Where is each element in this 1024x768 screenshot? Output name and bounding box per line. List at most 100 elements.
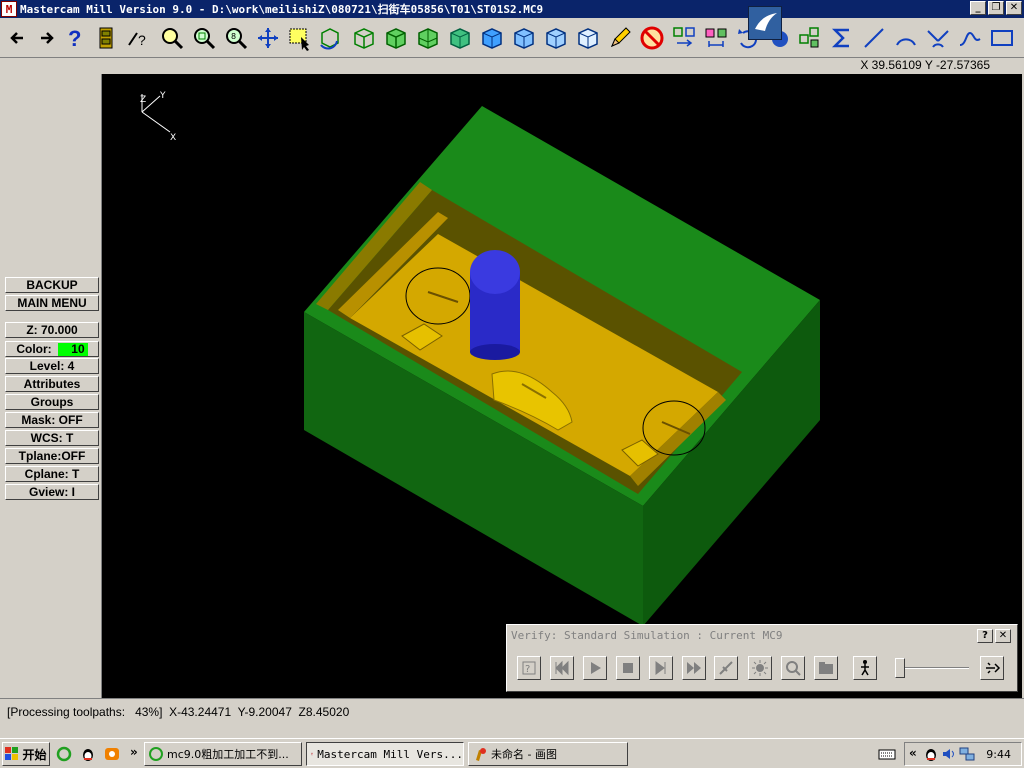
network-tray-icon[interactable]: [959, 746, 975, 762]
wireframe-cube-icon[interactable]: [350, 22, 378, 54]
task-paint[interactable]: 未命名 - 画图: [468, 742, 628, 766]
cursor-coordinates: X 39.56109 Y -27.57365: [860, 58, 990, 72]
step-icon[interactable]: [649, 656, 673, 680]
level-button[interactable]: Level: 4: [5, 358, 99, 374]
cutting-tool: [470, 250, 520, 360]
gview-button[interactable]: Gview: I: [5, 484, 99, 500]
keyboard-icon[interactable]: [878, 746, 896, 762]
light-icon[interactable]: [748, 656, 772, 680]
close-button[interactable]: ✕: [1006, 1, 1022, 15]
window-title: Mastercam Mill Version 9.0 - D:\work\mei…: [20, 3, 544, 16]
speed-slider-thumb[interactable]: [895, 658, 905, 678]
zoom-icon[interactable]: [781, 656, 805, 680]
clock: 9:44: [986, 747, 1011, 761]
backup-button[interactable]: BACKUP: [5, 277, 99, 293]
graphics-viewport[interactable]: Z Y X: [102, 74, 1022, 698]
pan-icon[interactable]: [254, 22, 282, 54]
mirror-icon[interactable]: [702, 22, 730, 54]
rectangle-icon[interactable]: [988, 22, 1016, 54]
cube-right-icon[interactable]: [542, 22, 570, 54]
wcs-button[interactable]: WCS: T: [5, 430, 99, 446]
cube-back-icon[interactable]: [574, 22, 602, 54]
cube-iso-icon[interactable]: [446, 22, 474, 54]
toolbar: ? ? 8: [0, 18, 1024, 58]
main-menu-button[interactable]: MAIN MENU: [5, 295, 99, 311]
rotate-view-icon[interactable]: [316, 22, 344, 54]
task-browser-label: mc9.0粗加工加工不到...: [167, 748, 289, 761]
plugin-window-icon[interactable]: [748, 6, 782, 40]
line-icon[interactable]: [860, 22, 888, 54]
task-paint-label: 未命名 - 画图: [491, 748, 557, 761]
verify-dialog: Verify: Standard Simulation : Current MC…: [506, 624, 1018, 692]
back-arrow-icon[interactable]: [4, 22, 32, 54]
verify-title-bar[interactable]: Verify: Standard Simulation : Current MC…: [509, 627, 1015, 643]
task-mastercam[interactable]: M Mastercam Mill Vers...: [306, 742, 464, 766]
minimize-button[interactable]: _: [970, 1, 986, 15]
zoom-fit-icon[interactable]: 8: [222, 22, 250, 54]
arc-icon[interactable]: [892, 22, 920, 54]
verify-help-button[interactable]: ?: [977, 629, 993, 643]
attributes-button[interactable]: Attributes: [5, 376, 99, 392]
task-browser[interactable]: mc9.0粗加工加工不到...: [144, 742, 302, 766]
rewind-icon[interactable]: [550, 656, 574, 680]
tray-expand-button[interactable]: «: [909, 746, 917, 760]
save-icon[interactable]: [814, 656, 838, 680]
volume-tray-icon[interactable]: [941, 746, 957, 762]
verify-close-button[interactable]: ✕: [995, 629, 1011, 643]
forward-arrow-icon[interactable]: [32, 22, 60, 54]
svg-text:?: ?: [138, 32, 146, 48]
color-button[interactable]: Color: 10: [5, 341, 99, 357]
mask-button[interactable]: Mask: OFF: [5, 412, 99, 428]
array-icon[interactable]: [796, 22, 824, 54]
sigma-icon[interactable]: [828, 22, 856, 54]
speed-slider-track[interactable]: [897, 667, 969, 669]
cube-top-icon[interactable]: [414, 22, 442, 54]
help-icon[interactable]: ?: [60, 22, 88, 54]
fillet-icon[interactable]: [924, 22, 952, 54]
speed-icon[interactable]: [980, 656, 1004, 680]
no-entry-icon[interactable]: [638, 22, 666, 54]
tplane-button[interactable]: Tplane:OFF: [5, 448, 99, 464]
options-icon[interactable]: ?: [517, 656, 541, 680]
start-button[interactable]: 开始: [2, 742, 50, 766]
play-icon[interactable]: [583, 656, 607, 680]
svg-text:?: ?: [68, 26, 81, 51]
unzoom-icon[interactable]: [190, 22, 218, 54]
z-depth-button[interactable]: Z: 70.000: [5, 322, 99, 338]
coordinate-bar: X 39.56109 Y -27.57365: [0, 58, 1024, 74]
processing-status: [Processing toolpaths: 43%] X-43.24471 Y…: [7, 705, 350, 719]
status-bar: [Processing toolpaths: 43%] X-43.24471 Y…: [0, 698, 1024, 738]
groups-button[interactable]: Groups: [5, 394, 99, 410]
transform-icon[interactable]: [670, 22, 698, 54]
quick-launch-more[interactable]: »: [130, 745, 138, 759]
select-icon[interactable]: [286, 22, 314, 54]
tool-display-icon[interactable]: [714, 656, 738, 680]
context-help-icon[interactable]: ?: [124, 22, 152, 54]
verify-title: Verify: Standard Simulation : Current MC…: [511, 628, 783, 642]
shaded-cube-icon[interactable]: [382, 22, 410, 54]
spline-icon[interactable]: [956, 22, 984, 54]
cube-front-icon[interactable]: [478, 22, 506, 54]
color-label: Color:: [16, 342, 52, 356]
pencil-icon[interactable]: [606, 22, 634, 54]
cube-side-icon[interactable]: [510, 22, 538, 54]
fast-forward-icon[interactable]: [682, 656, 706, 680]
browser-icon: [149, 747, 163, 761]
mastercam-icon[interactable]: M: [1, 1, 17, 17]
quick-launch-media-icon[interactable]: [104, 746, 120, 762]
cplane-button[interactable]: Cplane: T: [5, 466, 99, 482]
title-bar[interactable]: M Mastercam Mill Version 9.0 - D:\work\m…: [0, 0, 1024, 18]
walk-icon[interactable]: [853, 656, 877, 680]
taskbar: 开始 » mc9.0粗加工加工不到... M Mastercam Mill Ve…: [0, 738, 1024, 768]
restore-button[interactable]: ❐: [988, 1, 1004, 15]
axis-z-label: Z: [140, 95, 146, 105]
mastercam-task-icon: M: [311, 752, 313, 756]
quick-launch-qq-icon[interactable]: [80, 746, 96, 762]
svg-text:8: 8: [231, 32, 236, 41]
paint-icon: [476, 748, 486, 761]
file-cabinet-icon[interactable]: [92, 22, 120, 54]
zoom-window-icon[interactable]: [158, 22, 186, 54]
stop-icon[interactable]: [616, 656, 640, 680]
quick-launch-refresh-icon[interactable]: [56, 746, 72, 762]
qq-tray-icon[interactable]: [923, 746, 939, 762]
